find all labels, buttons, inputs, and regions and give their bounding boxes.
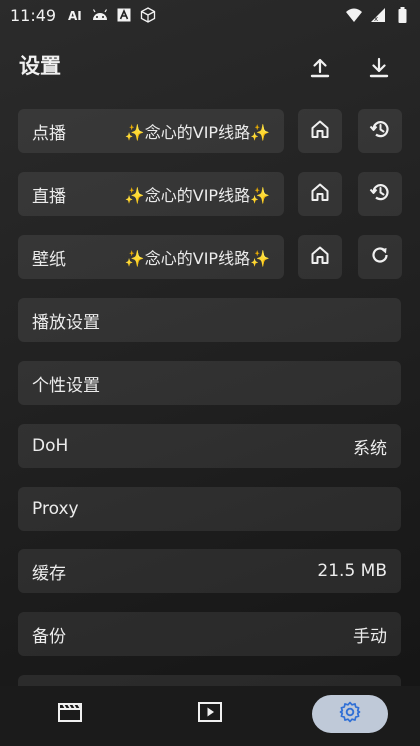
- row-label: 个性设置: [32, 375, 100, 396]
- row-label: 缓存: [32, 563, 66, 584]
- settings-icon: [338, 700, 362, 728]
- source-label: 直播: [32, 186, 66, 207]
- history-icon: [368, 117, 392, 145]
- source-row-live: 直播 ✨念心的VIP线路✨: [18, 172, 402, 216]
- source-label: 壁纸: [32, 249, 66, 270]
- upload-icon: [308, 56, 332, 84]
- svg-text:x: x: [374, 15, 378, 22]
- source-row-wallpaper: 壁纸 ✨念心的VIP线路✨: [18, 235, 402, 279]
- android-icon: [92, 7, 108, 23]
- a-box-icon: [116, 7, 132, 23]
- wifi-icon: [346, 7, 362, 23]
- settings-row-backup[interactable]: 备份 手动: [18, 612, 401, 656]
- svg-text:AI: AI: [68, 9, 82, 22]
- battery-icon: [394, 7, 410, 23]
- wallpaper-refresh-button[interactable]: [358, 235, 402, 279]
- page-title: 设置: [19, 54, 61, 78]
- nav-vod-button[interactable]: [32, 695, 108, 733]
- source-row-vod: 点播 ✨念心的VIP线路✨: [18, 109, 402, 153]
- download-icon: [367, 56, 391, 84]
- row-label: 播放设置: [32, 312, 100, 333]
- settings-row-proxy[interactable]: Proxy: [18, 487, 401, 531]
- settings-row-doh[interactable]: DoH 系统: [18, 424, 401, 468]
- home-icon: [309, 181, 331, 207]
- live-history-button[interactable]: [358, 172, 402, 216]
- vod-home-button[interactable]: [298, 109, 342, 153]
- signal-icon: x: [370, 7, 386, 23]
- vod-history-button[interactable]: [358, 109, 402, 153]
- row-value: 手动: [353, 626, 387, 647]
- settings-row-playback[interactable]: 播放设置: [18, 298, 401, 342]
- status-bar: 11:49 AI x: [0, 0, 420, 30]
- settings-row-cache[interactable]: 缓存 21.5 MB: [18, 549, 401, 593]
- wallpaper-site-select[interactable]: 壁纸 ✨念心的VIP线路✨: [18, 235, 284, 279]
- site-name: ✨念心的VIP线路✨: [124, 249, 270, 268]
- refresh-icon: [368, 243, 392, 271]
- history-icon: [368, 180, 392, 208]
- status-time: 11:49: [10, 5, 57, 25]
- nav-settings-button[interactable]: [312, 695, 388, 733]
- film-icon: [57, 701, 83, 727]
- upload-button[interactable]: [302, 52, 338, 88]
- row-value: 21.5 MB: [317, 561, 387, 581]
- header: 设置: [0, 44, 420, 88]
- cube-icon: [140, 7, 156, 23]
- source-label: 点播: [32, 123, 66, 144]
- site-name: ✨念心的VIP线路✨: [124, 186, 270, 205]
- row-label: DoH: [32, 436, 69, 456]
- row-value: 系统: [353, 438, 387, 459]
- site-name: ✨念心的VIP线路✨: [124, 123, 270, 142]
- home-icon: [309, 118, 331, 144]
- home-icon: [309, 244, 331, 270]
- live-home-button[interactable]: [298, 172, 342, 216]
- row-label: 备份: [32, 626, 66, 647]
- vod-site-select[interactable]: 点播 ✨念心的VIP线路✨: [18, 109, 284, 153]
- play-icon: [197, 701, 223, 727]
- wallpaper-home-button[interactable]: [298, 235, 342, 279]
- settings-row-personalization[interactable]: 个性设置: [18, 361, 401, 405]
- bottom-nav: [0, 686, 420, 746]
- nav-live-button[interactable]: [172, 695, 248, 733]
- live-site-select[interactable]: 直播 ✨念心的VIP线路✨: [18, 172, 284, 216]
- ai-icon: AI: [68, 7, 84, 23]
- download-button[interactable]: [361, 52, 397, 88]
- row-label: Proxy: [32, 499, 79, 519]
